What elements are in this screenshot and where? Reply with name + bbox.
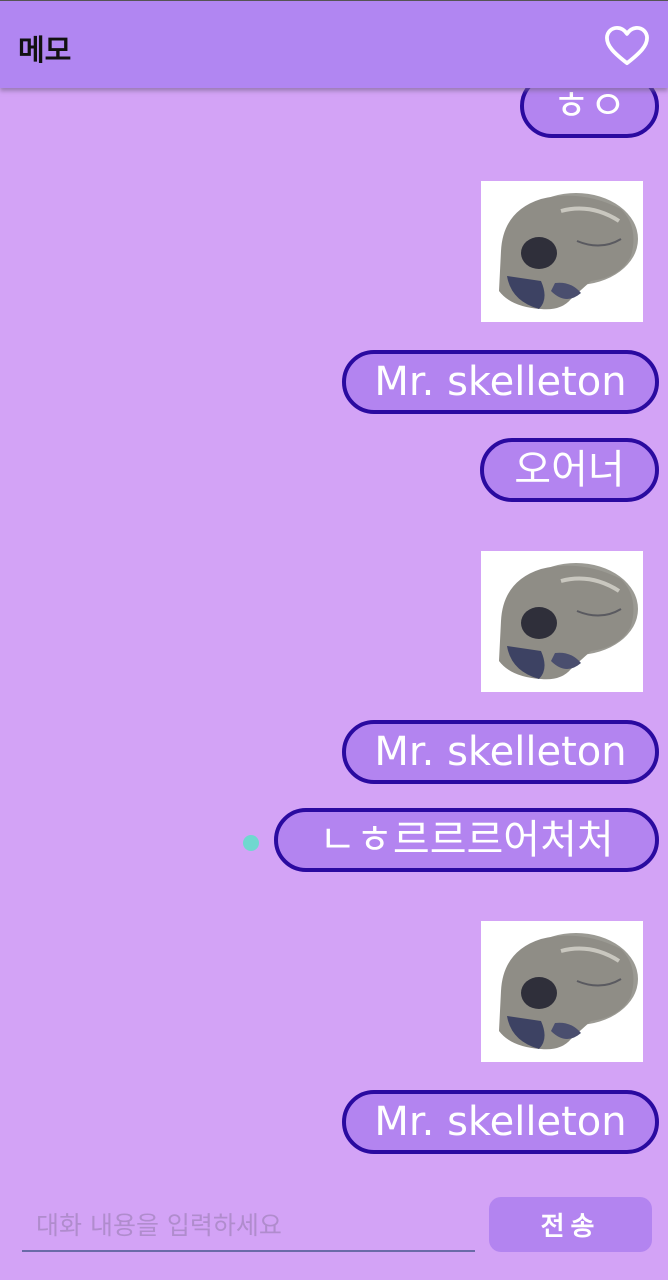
message-bubble[interactable]: Mr. skelleton bbox=[342, 1090, 659, 1154]
skull-image[interactable] bbox=[481, 181, 643, 322]
heart-icon[interactable] bbox=[604, 25, 650, 67]
message-bubble[interactable]: ㄴㅎ르르르어처처 bbox=[274, 808, 659, 872]
message-bubble[interactable]: ㅎㅇ bbox=[520, 88, 659, 138]
unread-indicator-dot bbox=[243, 835, 259, 851]
page-title: 메모 bbox=[18, 33, 72, 67]
chat-message-list[interactable]: ㅎㅇ Mr. skelleton 오어너 Mr. skelleton ㄴㅎ르르르… bbox=[0, 88, 668, 1188]
skull-image[interactable] bbox=[481, 921, 643, 1062]
app-header: 메모 bbox=[0, 0, 668, 88]
skull-image[interactable] bbox=[481, 551, 643, 692]
send-button[interactable]: 전송 bbox=[489, 1197, 652, 1252]
message-bubble[interactable]: 오어너 bbox=[480, 438, 659, 502]
message-bubble[interactable]: Mr. skelleton bbox=[342, 720, 659, 784]
message-input-container bbox=[22, 1200, 475, 1252]
message-bubble[interactable]: Mr. skelleton bbox=[342, 350, 659, 414]
message-input[interactable] bbox=[22, 1200, 475, 1250]
